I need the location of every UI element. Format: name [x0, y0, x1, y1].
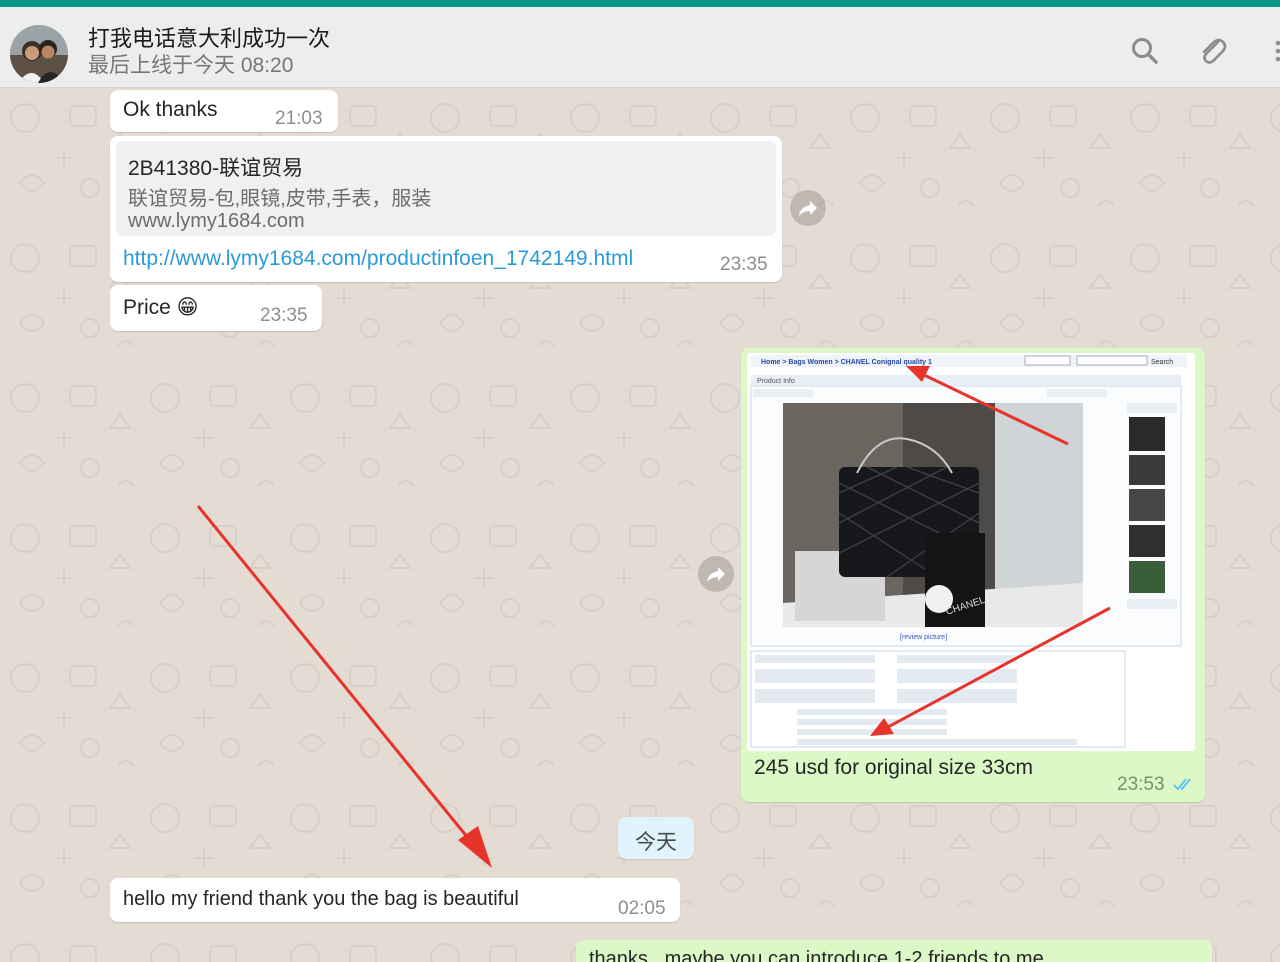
top-accent-bar	[0, 0, 1280, 7]
message-text: Price 😁	[123, 296, 199, 319]
message-incoming[interactable]: hello my friend thank you the bag is bea…	[110, 878, 680, 922]
double-check-icon	[1173, 778, 1191, 791]
menu-icon[interactable]	[1262, 33, 1280, 69]
link-preview-site: www.lymy1684.com	[128, 210, 305, 232]
message-time: 02:05	[618, 898, 666, 919]
forward-button[interactable]	[698, 556, 734, 592]
forward-icon	[707, 567, 725, 582]
message-text: thanks , maybe you can introduce 1-2 fri…	[589, 948, 1044, 962]
forward-button[interactable]	[790, 190, 826, 226]
forward-icon	[799, 201, 817, 216]
message-text: hello my friend thank you the bag is bea…	[123, 888, 519, 910]
message-time: 23:35	[720, 254, 768, 275]
section-title-text: Product Info	[757, 378, 795, 385]
message-pane[interactable]: Ok thanks 21:03 2B41380-联谊贸易 联谊贸易-包,眼镜,皮…	[0, 88, 1280, 962]
link-preview-title: 2B41380-联谊贸易	[128, 157, 304, 180]
chat-header: 打我电话意大利成功一次 最后上线于今天 08:20	[0, 7, 1280, 88]
search-button-text: Search	[1151, 359, 1173, 366]
message-text: Ok thanks	[123, 98, 218, 121]
contact-status: 最后上线于今天 08:20	[88, 54, 294, 77]
link-preview-description: 联谊贸易-包,眼镜,皮带,手表，服装	[128, 188, 432, 210]
avatar[interactable]	[10, 25, 68, 83]
day-separator: 今天	[618, 817, 694, 859]
message-incoming-link[interactable]: 2B41380-联谊贸易 联谊贸易-包,眼镜,皮带,手表，服装 www.lymy…	[110, 136, 782, 282]
attach-icon[interactable]	[1194, 33, 1230, 69]
product-screenshot-image[interactable]: Home > Bags Women > CHANEL Conignal qual…	[747, 353, 1195, 751]
image-caption: 245 usd for original size 33cm	[754, 756, 1033, 779]
message-link[interactable]: http://www.lymy1684.com/productinfoen_17…	[123, 247, 633, 271]
message-outgoing-image[interactable]: Home > Bags Women > CHANEL Conignal qual…	[741, 348, 1205, 802]
message-time: 21:03	[275, 108, 323, 129]
message-incoming[interactable]: Price 😁 23:35	[110, 285, 322, 331]
message-incoming[interactable]: Ok thanks 21:03	[110, 90, 338, 132]
review-picture-link: [review picture]	[900, 634, 947, 641]
link-preview[interactable]: 2B41380-联谊贸易 联谊贸易-包,眼镜,皮带,手表，服装 www.lymy…	[116, 141, 776, 236]
message-time: 23:35	[260, 305, 308, 326]
message-time: 23:53	[1117, 774, 1165, 795]
search-icon[interactable]	[1127, 33, 1163, 69]
day-separator-label: 今天	[635, 831, 677, 854]
breadcrumb-text: Home > Bags Women > CHANEL Conignal qual…	[761, 359, 932, 366]
message-outgoing[interactable]: thanks , maybe you can introduce 1-2 fri…	[576, 940, 1212, 962]
whatsapp-window: 打我电话意大利成功一次 最后上线于今天 08:20 Ok thanks 21:0…	[0, 0, 1280, 962]
product-page-picture: Home > Bags Women > CHANEL Conignal qual…	[747, 353, 1195, 751]
